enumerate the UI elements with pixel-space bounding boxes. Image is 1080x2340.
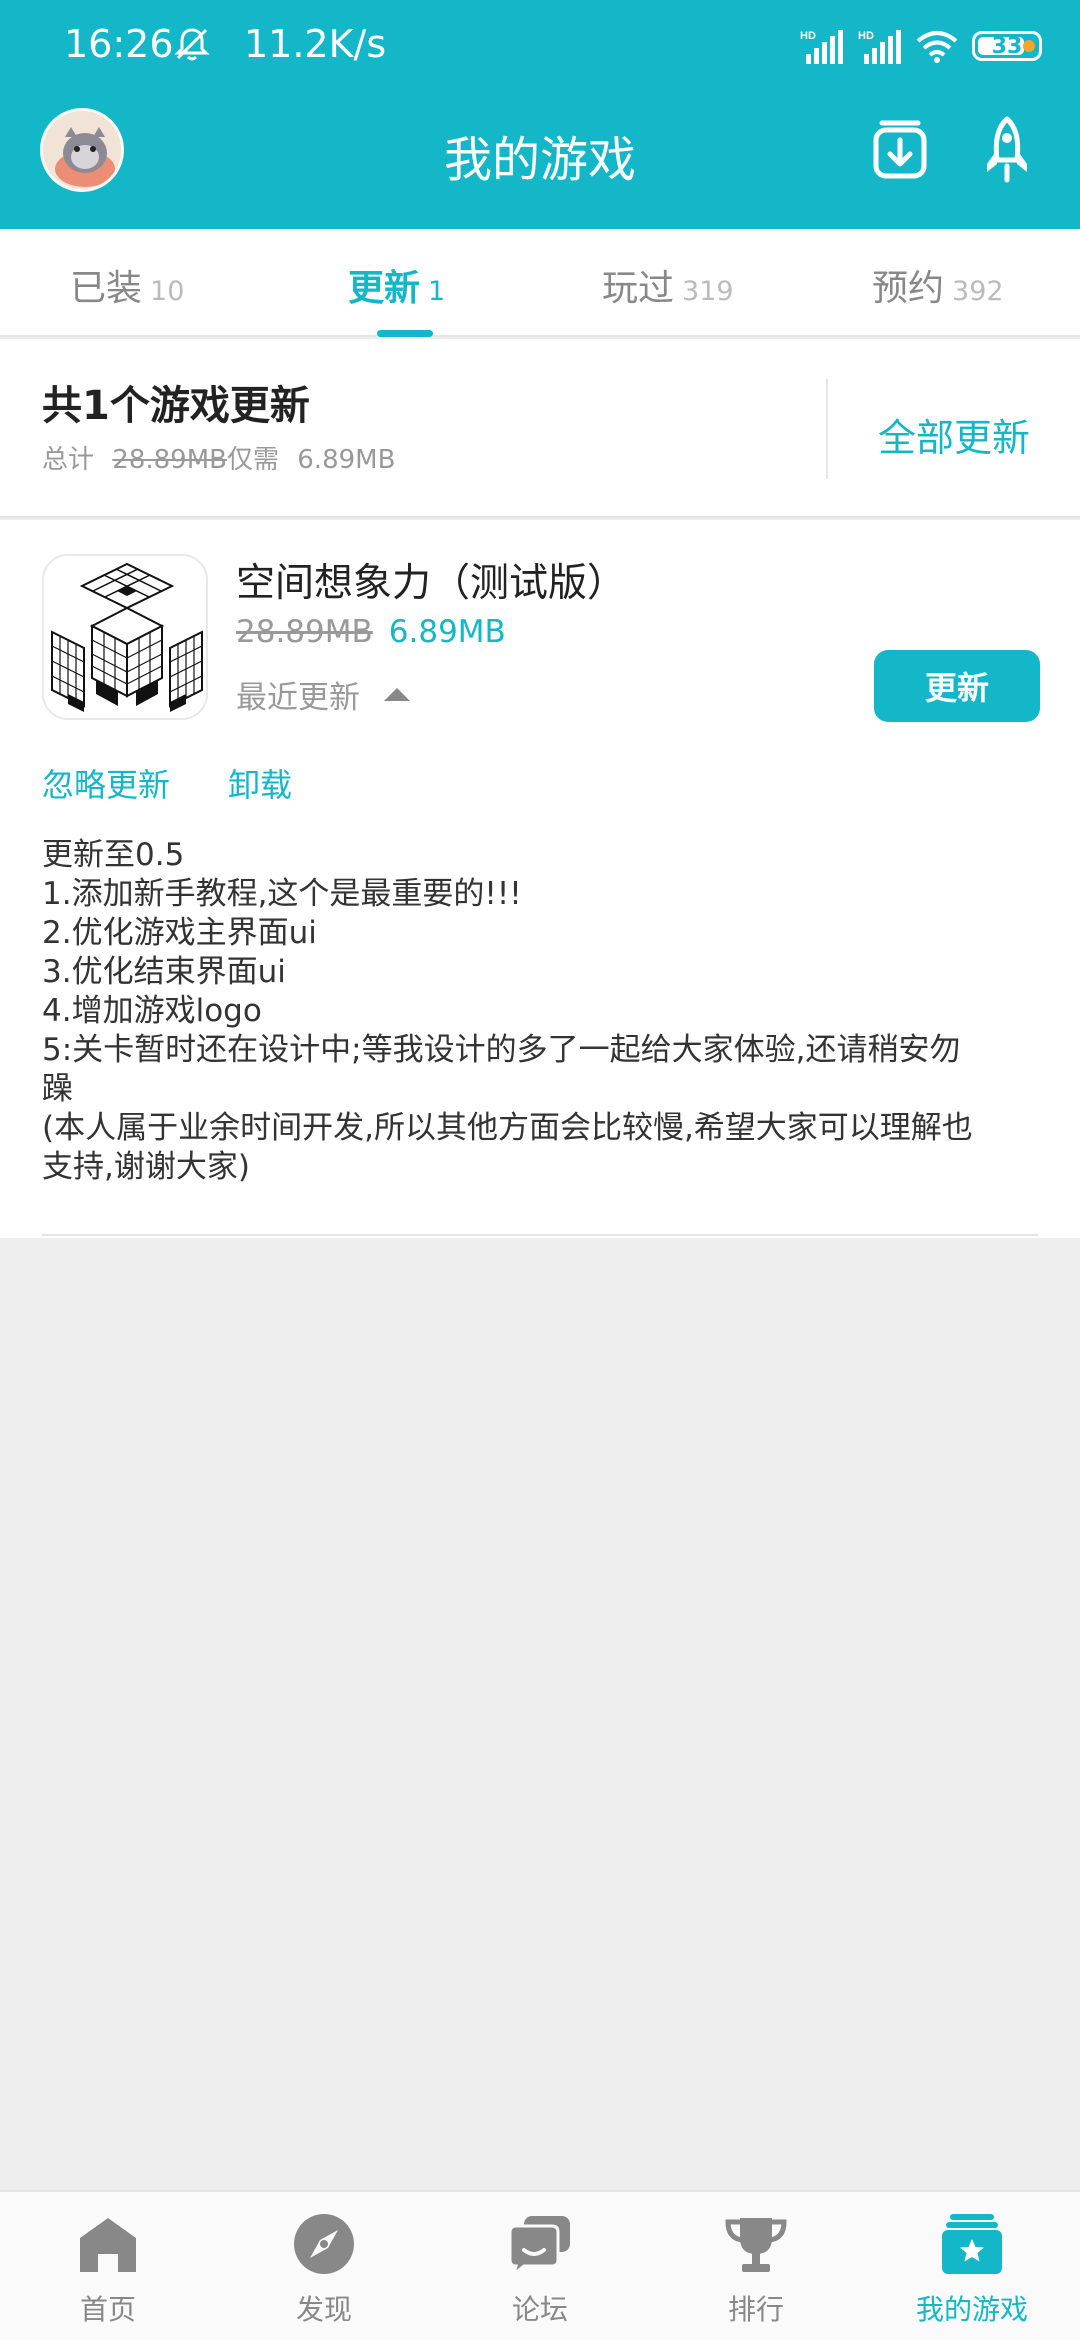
total-size: 28.89MB bbox=[112, 445, 227, 475]
changelog-line: 2.优化游戏主界面ui bbox=[42, 915, 317, 951]
changelog-line: 4.增加游戏logo bbox=[42, 993, 262, 1029]
recent-update-label: 最近更新 bbox=[236, 680, 360, 716]
cube-logo-icon bbox=[51, 562, 203, 712]
game-size: 28.89MB 6.89MB bbox=[236, 614, 506, 650]
caret-up-icon bbox=[384, 688, 410, 701]
compass-icon bbox=[294, 2214, 354, 2274]
download-manager-icon[interactable] bbox=[870, 118, 930, 182]
mute-bell-icon bbox=[174, 28, 210, 61]
status-time: 16:26 bbox=[64, 22, 174, 66]
home-icon bbox=[80, 2218, 136, 2272]
nav-discover[interactable]: 发现 bbox=[216, 2192, 432, 2340]
wifi-icon bbox=[916, 31, 958, 63]
changelog-line: 躁 bbox=[42, 1071, 73, 1107]
svg-text:HD: HD bbox=[858, 30, 874, 42]
changelog-line: 支持,谢谢大家) bbox=[42, 1149, 250, 1185]
tab-installed[interactable]: 已装 10 bbox=[70, 259, 184, 311]
game-title[interactable]: 空间想象力（测试版） bbox=[236, 552, 626, 608]
signal-icon: HD bbox=[858, 30, 901, 64]
update-all-button[interactable]: 全部更新 bbox=[878, 407, 1030, 462]
bottom-nav: 首页 发现 论坛 排行 我的游戏 bbox=[0, 2190, 1080, 2340]
new-size: 6.89MB bbox=[388, 614, 506, 650]
changelog-line: (本人属于业余时间开发,所以其他方面会比较慢,希望大家可以理解也 bbox=[42, 1110, 973, 1146]
nav-label: 首页 bbox=[79, 2293, 136, 2326]
need-label: 仅需 bbox=[226, 445, 279, 475]
divider bbox=[826, 379, 828, 479]
changelog-line: 更新至0.5 bbox=[42, 837, 185, 873]
changelog-line: 3.优化结束界面ui bbox=[42, 954, 286, 990]
my-games-icon bbox=[942, 2214, 1002, 2274]
update-summary: 共1个游戏更新 总计 28.89MB仅需 6.89MB 全部更新 bbox=[0, 339, 1080, 518]
signal-icon: HD bbox=[800, 30, 843, 64]
total-label: 总计 bbox=[42, 445, 95, 475]
nav-forum[interactable]: 论坛 bbox=[432, 2192, 648, 2340]
changelog-line: 1.添加新手教程,这个是最重要的!!! bbox=[42, 876, 522, 912]
nav-label: 排行 bbox=[727, 2293, 784, 2326]
svg-text:HD: HD bbox=[800, 30, 816, 42]
tab-updates[interactable]: 更新 1 bbox=[348, 259, 445, 311]
nav-label: 论坛 bbox=[511, 2293, 568, 2326]
ignore-update-link[interactable]: 忽略更新 bbox=[42, 760, 170, 806]
summary-size: 总计 28.89MB仅需 6.89MB bbox=[42, 439, 395, 476]
status-bar: 16:26 11.2K/s HD HD 33 bbox=[0, 0, 1080, 92]
game-update-card: 空间想象力（测试版） 28.89MB 6.89MB 最近更新 更新 忽略更新 卸载… bbox=[0, 520, 1080, 1238]
changelog: 更新至0.5 1.添加新手教程,这个是最重要的!!! 2.优化游戏主界面ui 3… bbox=[42, 836, 1042, 1187]
trophy-icon bbox=[725, 2218, 787, 2272]
rocket-icon[interactable] bbox=[983, 116, 1031, 184]
summary-title: 共1个游戏更新 bbox=[42, 383, 310, 429]
game-icon[interactable] bbox=[42, 554, 208, 720]
uninstall-link[interactable]: 卸载 bbox=[228, 760, 292, 806]
nav-label: 发现 bbox=[295, 2293, 352, 2326]
battery-icon: 33 bbox=[972, 31, 1042, 61]
tab-bar: 已装 10 更新 1 玩过 319 预约 392 bbox=[0, 229, 1080, 337]
divider bbox=[42, 1234, 1038, 1236]
nav-my-games[interactable]: 我的游戏 bbox=[864, 2192, 1080, 2340]
app-header: 16:26 11.2K/s HD HD 33 我的游戏 bbox=[0, 0, 1080, 229]
tab-played[interactable]: 玩过 319 bbox=[602, 259, 734, 311]
old-size: 28.89MB bbox=[236, 614, 373, 650]
nav-label: 我的游戏 bbox=[915, 2293, 1028, 2326]
changelog-line: 5:关卡暂时还在设计中;等我设计的多了一起给大家体验,还请稍安勿 bbox=[42, 1032, 961, 1068]
active-tab-indicator bbox=[377, 330, 433, 337]
need-size: 6.89MB bbox=[297, 445, 396, 475]
status-icons: HD HD 33 bbox=[800, 26, 1042, 66]
update-button[interactable]: 更新 bbox=[874, 650, 1040, 722]
network-speed: 11.2K/s bbox=[244, 22, 387, 66]
recent-update-toggle[interactable]: 最近更新 bbox=[236, 672, 410, 717]
forum-icon bbox=[508, 2216, 570, 2276]
nav-ranking[interactable]: 排行 bbox=[648, 2192, 864, 2340]
nav-home[interactable]: 首页 bbox=[0, 2192, 216, 2340]
tab-reserved[interactable]: 预约 392 bbox=[872, 259, 1004, 311]
